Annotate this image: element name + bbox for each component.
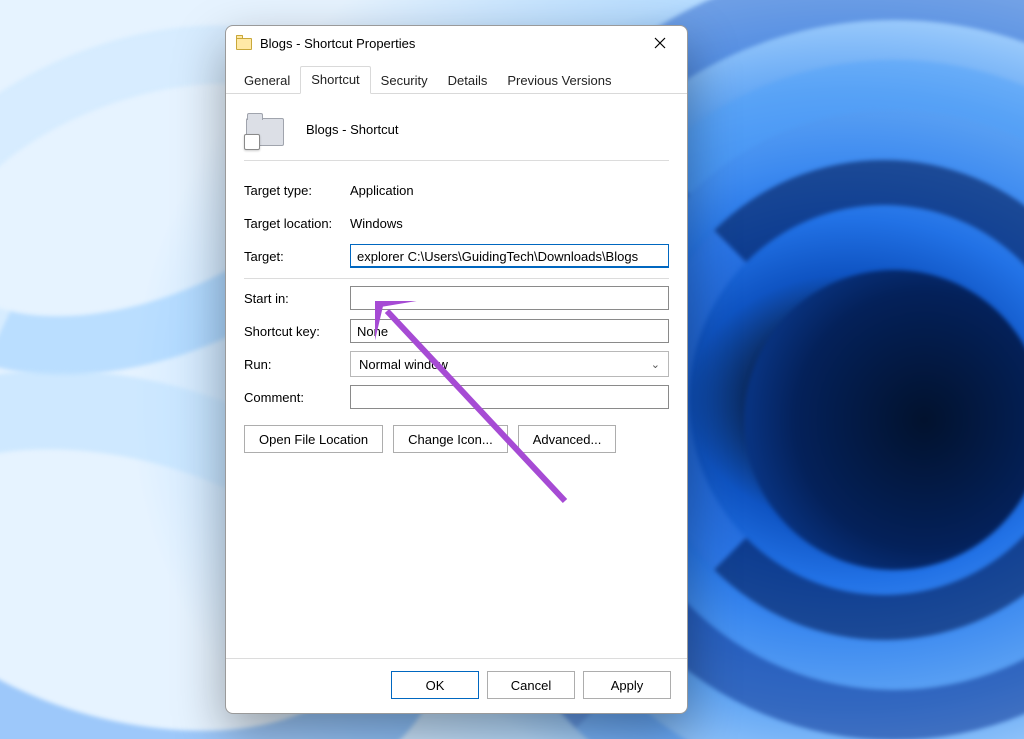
label-target-type: Target type:: [244, 183, 350, 198]
title-bar[interactable]: Blogs - Shortcut Properties: [226, 26, 687, 60]
ok-button[interactable]: OK: [391, 671, 479, 699]
label-target-location: Target location:: [244, 216, 350, 231]
window-title: Blogs - Shortcut Properties: [260, 36, 641, 51]
shortcut-name-field[interactable]: [306, 122, 526, 137]
chevron-down-icon: ⌄: [651, 358, 660, 371]
run-select[interactable]: Normal window ⌄: [350, 351, 669, 377]
shortcut-tab-page: Target type: Application Target location…: [226, 94, 687, 658]
shortcut-overlay-arrow-icon: [244, 134, 260, 150]
open-file-location-button[interactable]: Open File Location: [244, 425, 383, 453]
close-icon: [654, 37, 666, 49]
run-select-value: Normal window: [359, 357, 448, 372]
label-run: Run:: [244, 357, 350, 372]
start-in-input[interactable]: [350, 286, 669, 310]
folder-shortcut-icon: [236, 36, 252, 50]
change-icon-button[interactable]: Change Icon...: [393, 425, 508, 453]
label-shortcut-key: Shortcut key:: [244, 324, 350, 339]
target-input[interactable]: [350, 244, 669, 268]
comment-input[interactable]: [350, 385, 669, 409]
label-target: Target:: [244, 249, 350, 264]
tab-details[interactable]: Details: [438, 68, 498, 94]
desktop-background: Blogs - Shortcut Properties General Shor…: [0, 0, 1024, 739]
tab-strip: General Shortcut Security Details Previo…: [226, 66, 687, 94]
value-target-location: Windows: [350, 216, 403, 231]
apply-button[interactable]: Apply: [583, 671, 671, 699]
label-start-in: Start in:: [244, 291, 350, 306]
close-button[interactable]: [641, 28, 679, 58]
tab-general[interactable]: General: [234, 68, 300, 94]
shortcut-key-input[interactable]: [350, 319, 669, 343]
folder-shortcut-large-icon: [246, 112, 286, 146]
tab-security[interactable]: Security: [371, 68, 438, 94]
cancel-button[interactable]: Cancel: [487, 671, 575, 699]
label-comment: Comment:: [244, 390, 350, 405]
properties-dialog: Blogs - Shortcut Properties General Shor…: [225, 25, 688, 714]
tab-previous-versions[interactable]: Previous Versions: [497, 68, 621, 94]
dialog-footer: OK Cancel Apply: [226, 658, 687, 713]
advanced-button[interactable]: Advanced...: [518, 425, 617, 453]
value-target-type: Application: [350, 183, 414, 198]
tab-shortcut[interactable]: Shortcut: [300, 66, 370, 94]
